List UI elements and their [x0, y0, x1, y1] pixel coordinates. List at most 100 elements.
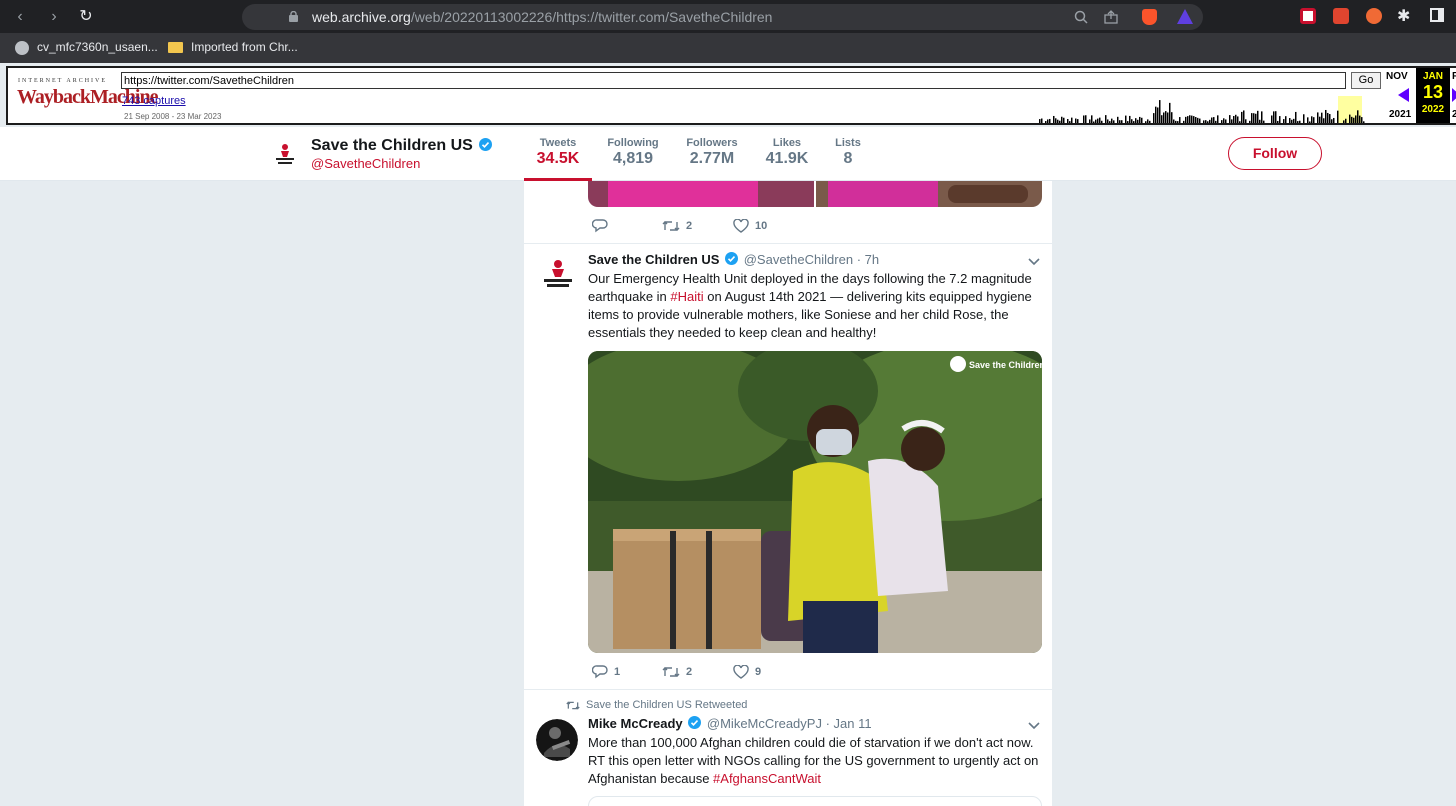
like-button[interactable]: 9	[733, 664, 761, 679]
stat-value: 4,819	[612, 150, 654, 167]
prev-month-label[interactable]: NOV	[1386, 71, 1408, 82]
chevron-down-icon[interactable]	[1028, 722, 1040, 730]
brave-rewards-icon[interactable]	[1177, 9, 1193, 24]
capture-bar	[1177, 121, 1179, 123]
capture-bar	[1319, 116, 1321, 123]
capture-bar	[1101, 120, 1103, 123]
capture-bar	[1119, 120, 1121, 123]
next-capture-arrow[interactable]	[1452, 88, 1456, 102]
retweet-button[interactable]: 2	[662, 665, 692, 679]
capture-bar	[1309, 121, 1311, 123]
wayback-go-button[interactable]: Go	[1351, 72, 1381, 89]
tweet-timestamp[interactable]: · 7h	[857, 252, 879, 267]
wayback-url-input[interactable]	[121, 72, 1346, 89]
tweet-author-name[interactable]: Save the Children US	[588, 252, 719, 267]
capture-bar	[1185, 116, 1187, 123]
tweet-avatar[interactable]	[536, 719, 578, 761]
captures-link[interactable]: 743 captures	[122, 95, 186, 107]
next-year-label[interactable]: 2	[1452, 109, 1456, 120]
tweet-author-handle[interactable]: @MikeMcCreadyPJ	[707, 716, 822, 731]
capture-bar	[1147, 119, 1149, 123]
bookmark-item[interactable]: cv_mfc7360n_usaen...	[37, 40, 158, 54]
capture-bar	[1067, 119, 1069, 123]
retweet-notice[interactable]: Save the Children US Retweeted	[566, 699, 747, 711]
capture-bar	[1285, 116, 1287, 123]
tweet-avatar[interactable]	[538, 255, 578, 295]
stat-followers[interactable]: Followers 2.77M	[677, 137, 747, 168]
prev-year-label[interactable]: 2021	[1389, 109, 1411, 120]
capture-bar	[1111, 118, 1113, 123]
profile-name-text: Save the Children US	[311, 137, 473, 154]
capture-bar	[1291, 119, 1293, 123]
hashtag-link[interactable]: #Haiti	[670, 289, 703, 304]
stat-label: Following	[607, 137, 659, 149]
like-button[interactable]: 10	[733, 218, 767, 233]
ublock-icon[interactable]	[1333, 8, 1349, 24]
tweet-divider	[524, 243, 1052, 244]
capture-bar	[1275, 111, 1277, 123]
capture-bar	[1297, 121, 1299, 123]
stat-lists[interactable]: Lists 8	[827, 137, 869, 168]
brave-shield-icon[interactable]	[1142, 9, 1157, 25]
hashtag-link[interactable]: #AfghansCantWait	[713, 771, 821, 786]
url-text: web.archive.org/web/20220113002226/https…	[312, 9, 773, 25]
capture-bar	[1261, 111, 1263, 123]
profile-avatar[interactable]	[272, 141, 298, 167]
capture-bar	[1075, 118, 1077, 123]
extension-icon[interactable]	[1300, 8, 1316, 24]
sidebar-icon[interactable]	[1430, 8, 1444, 22]
capture-bar	[1231, 119, 1233, 123]
stat-label: Likes	[772, 137, 802, 149]
follow-button[interactable]: Follow	[1228, 137, 1322, 170]
tweet-author-handle[interactable]: @SavetheChildren	[744, 252, 853, 267]
capture-bar	[1053, 115, 1055, 123]
retweet-button[interactable]: 2	[662, 219, 692, 233]
address-bar[interactable]: web.archive.org/web/20220113002226/https…	[242, 4, 1203, 30]
capture-bar	[1121, 120, 1123, 123]
profile-handle[interactable]: @SavetheChildren	[311, 156, 420, 171]
capture-bar	[1171, 112, 1173, 123]
capture-bar	[1191, 115, 1193, 123]
previous-tweet-media[interactable]	[588, 181, 1042, 207]
tweet-author-name[interactable]: Mike McCready	[588, 716, 683, 731]
link-card[interactable]	[588, 796, 1042, 806]
capture-sparkline[interactable]	[753, 96, 1365, 123]
back-icon[interactable]: ‹	[8, 5, 32, 29]
prev-capture-arrow[interactable]	[1398, 88, 1409, 102]
zoom-icon[interactable]	[1074, 10, 1088, 24]
retweet-icon	[662, 221, 680, 231]
capture-bar	[1241, 111, 1243, 123]
stat-likes[interactable]: Likes 41.9K	[756, 137, 818, 168]
capture-bar	[1045, 121, 1047, 123]
capture-bar	[1155, 106, 1157, 123]
profile-name[interactable]: Save the Children US	[311, 137, 494, 155]
forward-icon[interactable]: ›	[42, 5, 66, 29]
next-month-label[interactable]: F	[1452, 71, 1456, 82]
stat-tweets[interactable]: Tweets 34.5K	[524, 137, 592, 168]
bookmark-folder[interactable]: Imported from Chr...	[191, 40, 298, 54]
capture-bar	[1207, 121, 1209, 123]
tweet-timestamp[interactable]: · Jan 11	[826, 716, 872, 731]
reply-button[interactable]: 1	[591, 665, 620, 679]
capture-bar	[1337, 110, 1339, 123]
capture-bar	[1209, 119, 1211, 123]
capture-bar	[1221, 120, 1223, 123]
stat-following[interactable]: Following 4,819	[598, 137, 668, 168]
tweet-header: Mike McCready @MikeMcCreadyPJ · Jan 11	[588, 716, 872, 731]
globe-icon	[15, 41, 29, 55]
capture-bar	[1057, 119, 1059, 123]
capture-bar	[1293, 118, 1295, 123]
duckduckgo-icon[interactable]	[1366, 8, 1382, 24]
puzzle-icon[interactable]: ✱	[1397, 6, 1410, 26]
cur-month: JAN	[1422, 71, 1443, 82]
share-icon[interactable]	[1104, 10, 1118, 24]
tweet-photo[interactable]: Save the Children	[588, 351, 1042, 653]
capture-bar	[1189, 115, 1191, 123]
capture-bar	[1333, 117, 1335, 123]
reload-icon[interactable]: ↻	[74, 5, 98, 29]
capture-bar	[1259, 119, 1261, 123]
capture-bar	[1197, 117, 1199, 123]
chevron-down-icon[interactable]	[1028, 258, 1040, 266]
stat-value: 34.5K	[536, 150, 580, 167]
reply-button[interactable]	[591, 219, 614, 233]
